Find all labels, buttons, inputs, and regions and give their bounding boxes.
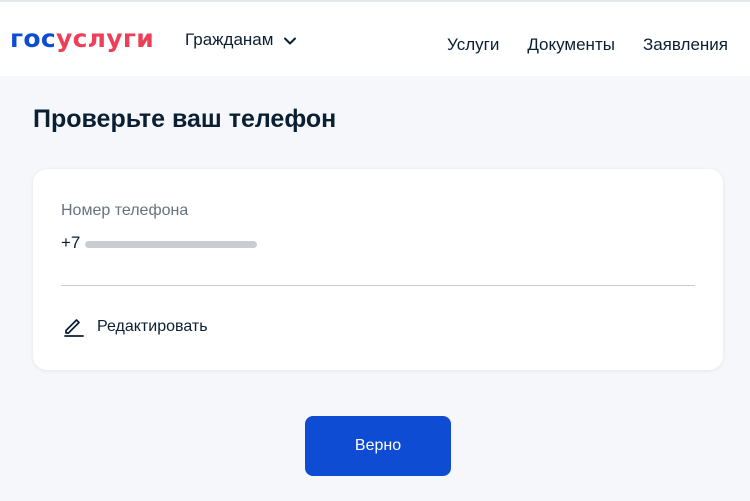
pencil-icon [64, 319, 84, 337]
phone-field-label: Номер телефона [61, 202, 189, 219]
gosuslugi-logo[interactable]: госуслуги [10, 24, 154, 54]
top-nav: Услуги Документы Заявления [447, 35, 728, 55]
audience-dropdown[interactable]: Гражданам [185, 30, 297, 50]
site-header: госуслуги Гражданам Услуги Документы Зая… [0, 0, 750, 76]
audience-label: Гражданам [185, 30, 274, 49]
nav-item-applications[interactable]: Заявления [643, 35, 728, 55]
phone-card: Номер телефона +7 Редактировать [33, 169, 723, 370]
phone-prefix: +7 [61, 233, 81, 252]
logo-part-uslugi: услуги [55, 24, 155, 53]
confirm-button[interactable]: Верно [305, 416, 451, 476]
phone-field-value: +7 [61, 233, 258, 253]
edit-link-label: Редактировать [97, 318, 208, 335]
card-divider [61, 285, 695, 286]
edit-phone-link[interactable]: Редактировать [63, 316, 208, 338]
page-title: Проверьте ваш телефон [33, 105, 337, 133]
logo-part-gos: гос [10, 24, 56, 53]
masked-phone-number [85, 240, 258, 248]
chevron-down-icon [283, 33, 297, 47]
nav-item-services[interactable]: Услуги [447, 35, 499, 55]
nav-item-documents[interactable]: Документы [527, 35, 615, 55]
